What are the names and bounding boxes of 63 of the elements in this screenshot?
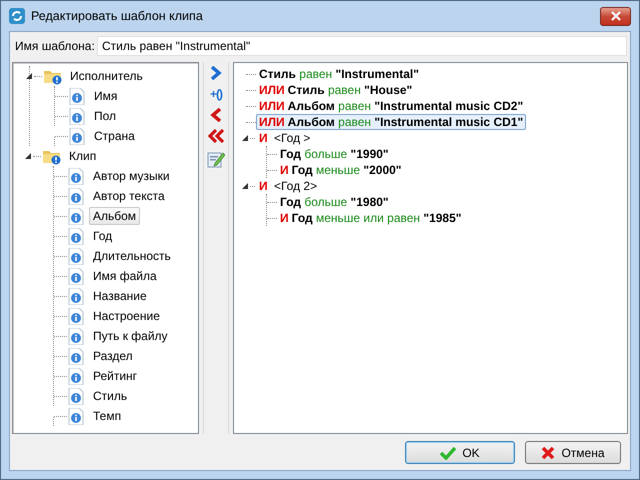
tree-item[interactable]: Раздел	[89, 347, 137, 365]
tree-item[interactable]: Год	[89, 227, 116, 245]
info-icon	[68, 308, 84, 324]
name-field[interactable]: Стиль равен "Instrumental"	[97, 36, 627, 56]
tree-item[interactable]: Стиль	[89, 387, 132, 405]
window-title: Редактировать шаблон клипа	[31, 9, 203, 23]
ok-button[interactable]: OK	[405, 441, 515, 464]
info-icon	[68, 368, 84, 384]
tree-group-label[interactable]: Клип	[65, 147, 100, 165]
app-icon	[9, 8, 25, 24]
info-icon	[68, 268, 84, 284]
name-label: Имя шаблона:	[14, 39, 96, 53]
tree-item[interactable]: Название	[89, 287, 151, 305]
tree-item[interactable]: Автор текста	[89, 187, 169, 205]
info-icon	[69, 128, 85, 144]
info-icon	[68, 348, 84, 364]
info-icon	[69, 108, 85, 124]
collapse-toggle-icon[interactable]	[242, 183, 248, 189]
condition-row[interactable]: Год больше "1990"	[277, 146, 392, 162]
condition-row[interactable]: И Год меньше или равен "1985"	[277, 210, 464, 226]
info-icon	[68, 228, 84, 244]
condition-row[interactable]: ИЛИ Альбом равен "Instrumental music CD2"	[256, 98, 526, 114]
collapse-toggle-icon[interactable]	[25, 153, 31, 159]
tree-item[interactable]: Настроение	[89, 307, 164, 325]
info-icon	[68, 248, 84, 264]
tree-item[interactable]: Автор музыки	[89, 167, 174, 185]
close-icon	[610, 11, 620, 21]
double-chevron-left-icon[interactable]	[207, 129, 225, 143]
condition-group[interactable]: И <Год 2>	[256, 178, 320, 194]
info-icon	[68, 208, 84, 224]
cross-icon	[541, 446, 556, 460]
info-icon	[68, 328, 84, 344]
info-icon	[68, 408, 84, 424]
tree-item[interactable]: Путь к файлу	[89, 327, 172, 345]
tree-item[interactable]: Длительность	[89, 247, 175, 265]
info-icon	[68, 288, 84, 304]
tree-item[interactable]: Альбом	[89, 207, 140, 225]
condition-row[interactable]: И Год меньше "2000"	[277, 162, 404, 178]
tree-item[interactable]: Страна	[90, 127, 139, 145]
tree-item[interactable]: Темп	[89, 407, 126, 425]
info-icon	[68, 388, 84, 404]
condition-row[interactable]: ИЛИ Стиль равен "House"	[256, 82, 416, 98]
tree-item[interactable]: Имя файла	[89, 267, 161, 285]
close-button[interactable]	[600, 6, 631, 26]
collapse-toggle-icon[interactable]	[242, 135, 248, 141]
condition-row[interactable]: Стиль равен "Instrumental"	[256, 66, 422, 82]
collapse-toggle-icon[interactable]	[26, 73, 32, 79]
edit-icon[interactable]	[207, 150, 225, 168]
tree-group-label[interactable]: Исполнитель	[66, 67, 147, 85]
info-icon	[68, 188, 84, 204]
tree-item[interactable]: Имя	[90, 87, 122, 105]
condition-row[interactable]: Год больше "1980"	[277, 194, 392, 210]
condition-row[interactable]: ИЛИ Альбом равен "Instrumental music CD1"	[256, 114, 526, 130]
info-icon	[68, 168, 84, 184]
add-group-button[interactable]: +()	[210, 87, 222, 101]
chevron-left-icon[interactable]	[210, 108, 222, 122]
cancel-button[interactable]: Отмена	[525, 441, 621, 464]
tree-item[interactable]: Пол	[90, 107, 120, 125]
check-icon	[440, 446, 456, 460]
condition-group[interactable]: И <Год >	[256, 130, 314, 146]
chevron-right-icon[interactable]	[210, 66, 222, 80]
tree-item[interactable]: Рейтинг	[89, 367, 142, 385]
info-icon	[69, 88, 85, 104]
